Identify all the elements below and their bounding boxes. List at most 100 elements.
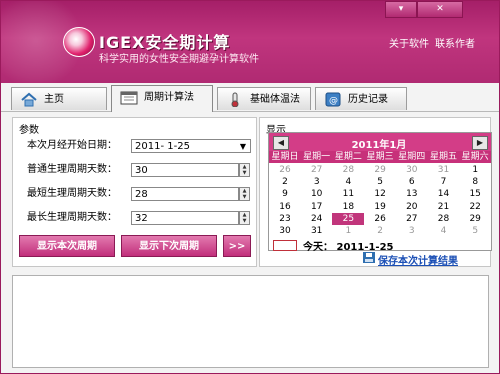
calendar-day-cell[interactable]: 7 bbox=[428, 176, 460, 188]
header-banner: IGEX安全期计算 科学实用的女性安全期避孕计算软件 ▾ ✕ 关于软件 联系作者 bbox=[1, 1, 499, 83]
calendar-day-cell[interactable]: 15 bbox=[459, 188, 491, 200]
calendar-day-cell[interactable]: 28 bbox=[428, 213, 460, 225]
save-result-link[interactable]: 保存本次计算结果 bbox=[378, 252, 458, 267]
calendar-day-cell[interactable]: 29 bbox=[364, 164, 396, 176]
calendar-day-cell[interactable]: 12 bbox=[364, 188, 396, 200]
tab-bar: 主页 周期计算法 基础体温法 @ 历史记录 bbox=[1, 83, 499, 112]
weekday-label: 星期一 bbox=[300, 151, 333, 163]
show-current-cycle-button[interactable]: 显示本次周期 bbox=[19, 235, 115, 257]
period-start-value: 2011- 1-25 bbox=[135, 141, 190, 152]
calendar-day-cell[interactable]: 10 bbox=[301, 188, 333, 200]
calendar-icon bbox=[120, 91, 138, 105]
calendar-day-cell[interactable]: 2 bbox=[269, 176, 301, 188]
calendar-day-cell[interactable]: 3 bbox=[301, 176, 333, 188]
longest-cycle-label: 最长生理周期天数： bbox=[27, 212, 117, 223]
calendar-day-cell[interactable]: 13 bbox=[396, 188, 428, 200]
calendar-day-cell[interactable]: 30 bbox=[396, 164, 428, 176]
calendar-day-cell[interactable]: 1 bbox=[459, 164, 491, 176]
calendar-day-cell[interactable]: 26 bbox=[269, 164, 301, 176]
calendar-day-cell[interactable]: 27 bbox=[396, 213, 428, 225]
calendar-day-cell[interactable]: 18 bbox=[332, 201, 364, 213]
period-start-date-picker[interactable]: 2011- 1-25 ▼ bbox=[131, 139, 251, 153]
close-button[interactable]: ✕ bbox=[417, 1, 463, 18]
calendar-day-cell[interactable]: 3 bbox=[396, 225, 428, 237]
tab-cycle-calc-label: 周期计算法 bbox=[144, 92, 194, 103]
calendar-month-label: 2011年1月 bbox=[351, 140, 407, 151]
weekday-label: 星期六 bbox=[459, 151, 492, 163]
svg-text:@: @ bbox=[329, 96, 338, 106]
display-panel: 显示 ◀ 2011年1月 ▶ 星期日 星期一 星期二 星期三 星期四 星期五 星期六 26 2… bbox=[259, 117, 492, 267]
calendar-day-cell[interactable]: 4 bbox=[428, 225, 460, 237]
home-icon bbox=[21, 92, 37, 107]
today-marker bbox=[273, 240, 297, 251]
today-text: 今天： 2011-1-25 bbox=[303, 238, 394, 253]
about-link[interactable]: 关于软件 bbox=[389, 35, 429, 50]
calendar-day-cell[interactable]: 31 bbox=[428, 164, 460, 176]
tab-basal-temp-label: 基础体温法 bbox=[250, 94, 300, 105]
normal-cycle-label: 普通生理周期天数： bbox=[27, 164, 117, 175]
today-label: 今天： bbox=[303, 242, 333, 253]
calendar-day-cell[interactable]: 11 bbox=[332, 188, 364, 200]
minimize-button[interactable]: ▾ bbox=[385, 1, 417, 18]
calendar-day-cell[interactable]: 29 bbox=[459, 213, 491, 225]
next-month-button[interactable]: ▶ bbox=[472, 136, 488, 150]
tab-home[interactable]: 主页 bbox=[11, 87, 107, 110]
weekday-header: 星期日 星期一 星期二 星期三 星期四 星期五 星期六 bbox=[269, 151, 492, 163]
calendar-day-cell[interactable]: 26 bbox=[364, 213, 396, 225]
calendar-day-cell[interactable]: 22 bbox=[459, 201, 491, 213]
weekday-label: 星期五 bbox=[427, 151, 460, 163]
calendar-day-cell[interactable]: 20 bbox=[396, 201, 428, 213]
shortest-cycle-label: 最短生理周期天数： bbox=[27, 188, 117, 199]
calendar-day-cell[interactable]: 5 bbox=[364, 176, 396, 188]
contact-link[interactable]: 联系作者 bbox=[435, 35, 475, 50]
calendar-day-cell[interactable]: 19 bbox=[364, 201, 396, 213]
history-icon: @ bbox=[325, 92, 341, 107]
calendar-day-cell[interactable]: 28 bbox=[332, 164, 364, 176]
tab-home-label: 主页 bbox=[44, 94, 64, 105]
normal-cycle-stepper[interactable]: ▲ ▼ bbox=[239, 163, 250, 177]
longest-cycle-input[interactable]: 32 bbox=[131, 211, 239, 225]
shortest-cycle-stepper[interactable]: ▲ ▼ bbox=[239, 187, 250, 201]
weekday-label: 星期三 bbox=[364, 151, 397, 163]
calendar-day-cell[interactable]: 1 bbox=[332, 225, 364, 237]
calendar: ◀ 2011年1月 ▶ 星期日 星期一 星期二 星期三 星期四 星期五 星期六 26 27 28… bbox=[268, 132, 492, 253]
calendar-day-cell[interactable]: 9 bbox=[269, 188, 301, 200]
normal-cycle-input[interactable]: 30 bbox=[131, 163, 239, 177]
calendar-day-cell[interactable]: 25 bbox=[332, 212, 365, 225]
calendar-day-cell[interactable]: 8 bbox=[459, 176, 491, 188]
chevron-down-icon: ▼ bbox=[239, 142, 246, 151]
tab-history-label: 历史记录 bbox=[348, 94, 388, 105]
app-window: IGEX安全期计算 科学实用的女性安全期避孕计算软件 ▾ ✕ 关于软件 联系作者… bbox=[0, 0, 500, 374]
calendar-day-cell[interactable]: 5 bbox=[459, 225, 491, 237]
tab-cycle-calc[interactable]: 周期计算法 bbox=[111, 85, 213, 112]
thermometer-icon bbox=[231, 92, 239, 107]
calendar-day-cell[interactable]: 14 bbox=[428, 188, 460, 200]
output-box bbox=[12, 275, 489, 368]
calendar-day-cell[interactable]: 17 bbox=[301, 201, 333, 213]
calendar-day-cell[interactable]: 4 bbox=[332, 176, 364, 188]
prev-month-button[interactable]: ◀ bbox=[273, 136, 289, 150]
more-button[interactable]: >> bbox=[223, 235, 251, 257]
tab-basal-temp[interactable]: 基础体温法 bbox=[217, 87, 311, 110]
shortest-cycle-input[interactable]: 28 bbox=[131, 187, 239, 201]
calendar-header: ◀ 2011年1月 ▶ bbox=[269, 133, 491, 151]
params-title: 参数 bbox=[19, 125, 39, 136]
params-panel: 参数 本次月经开始日期： 2011- 1-25 ▼ 普通生理周期天数： 30 ▲… bbox=[12, 117, 257, 267]
show-next-cycle-button[interactable]: 显示下次周期 bbox=[121, 235, 217, 257]
save-icon bbox=[363, 252, 375, 263]
app-logo-icon bbox=[63, 27, 95, 57]
calendar-day-cell[interactable]: 30 bbox=[269, 225, 301, 237]
calendar-day-cell[interactable]: 23 bbox=[269, 213, 301, 225]
calendar-day-cell[interactable]: 31 bbox=[301, 225, 333, 237]
weekday-label: 星期日 bbox=[269, 151, 301, 163]
calendar-day-cell[interactable]: 6 bbox=[396, 176, 428, 188]
calendar-day-cell[interactable]: 24 bbox=[301, 213, 333, 225]
calendar-day-cell[interactable]: 16 bbox=[269, 201, 301, 213]
period-start-label: 本次月经开始日期： bbox=[27, 140, 117, 151]
calendar-day-cell[interactable]: 2 bbox=[364, 225, 396, 237]
longest-cycle-stepper[interactable]: ▲ ▼ bbox=[239, 211, 250, 225]
tab-history[interactable]: @ 历史记录 bbox=[315, 87, 407, 110]
app-subtitle: 科学实用的女性安全期避孕计算软件 bbox=[99, 54, 259, 65]
calendar-day-cell[interactable]: 21 bbox=[428, 201, 460, 213]
calendar-day-cell[interactable]: 27 bbox=[301, 164, 333, 176]
